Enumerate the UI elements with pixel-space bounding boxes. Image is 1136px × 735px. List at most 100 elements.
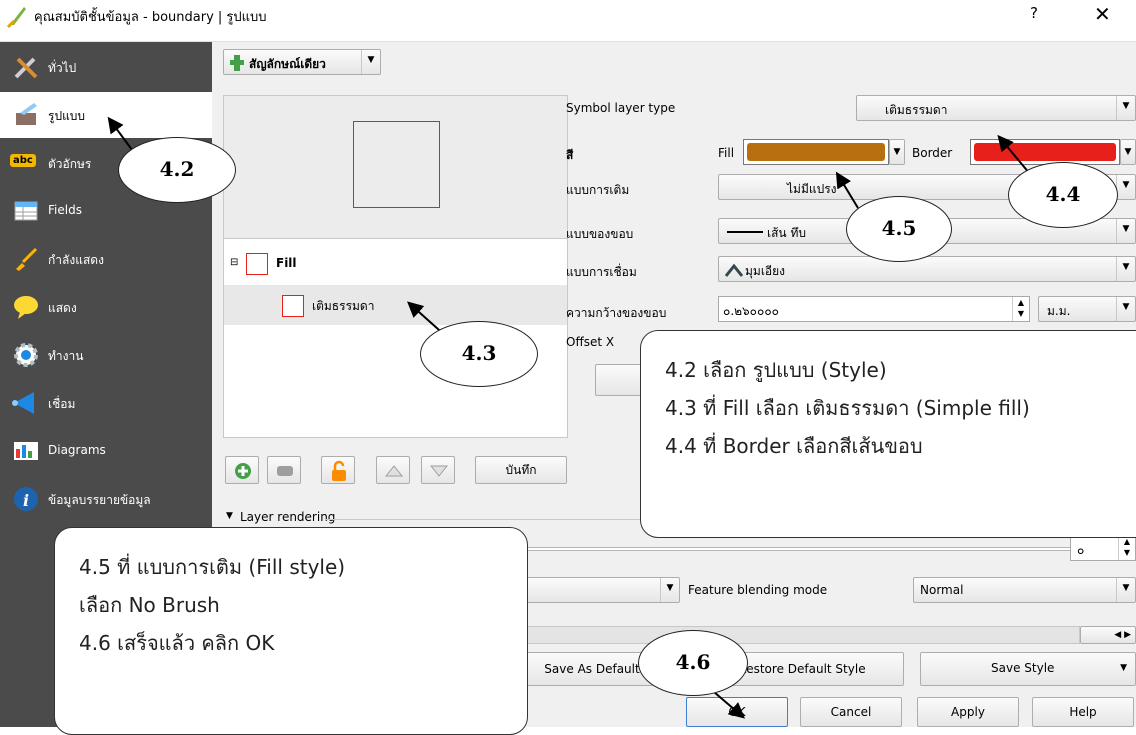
sidebar-item-diagrams[interactable]: Diagrams	[0, 428, 212, 474]
renderer-dropdown[interactable]: สัญลักษณ์เดียว	[223, 49, 381, 75]
sidebar-item-label: แสดง	[48, 301, 77, 315]
fill-swatch	[246, 253, 268, 275]
color-label: สี	[566, 148, 574, 162]
tools-icon	[14, 57, 38, 79]
tree-root-label[interactable]: Fill	[276, 256, 297, 270]
tree-collapse-icon[interactable]: ⊟	[230, 257, 238, 268]
border-style-label: แบบของขอบ	[566, 227, 634, 241]
collapse-arrow-icon[interactable]: ▼	[226, 511, 233, 521]
bevel-join-icon	[725, 263, 743, 277]
offset-label: Offset X	[566, 335, 615, 349]
help-button[interactable]: Help	[1032, 697, 1134, 727]
unit-dropdown[interactable]: ม.ม.	[1038, 296, 1136, 322]
chevron-down-icon	[1116, 578, 1135, 602]
qgis-app-icon	[6, 7, 26, 29]
sidebar-item-display[interactable]: แสดง	[0, 284, 212, 330]
remove-layer-button[interactable]	[267, 456, 301, 484]
step-bubble-45: 4.5	[846, 196, 952, 262]
symbol-layer-type-dropdown[interactable]: เติมธรรมดา	[856, 95, 1136, 121]
layer-blending-dropdown[interactable]	[502, 577, 680, 603]
tree-child-row[interactable]: เติมธรรมดา	[224, 285, 567, 325]
move-down-button[interactable]	[421, 456, 455, 484]
chevron-down-icon	[1116, 175, 1135, 199]
fill-color-label: Fill	[718, 146, 735, 160]
cancel-button[interactable]: Cancel	[800, 697, 902, 727]
unit-value: ม.ม.	[1047, 304, 1071, 318]
note-line: 4.3 ที่ Fill เลือก เติมธรรมดา (Simple fi…	[665, 396, 1030, 420]
note-line: 4.5 ที่ แบบการเติม (Fill style)	[79, 555, 346, 579]
add-layer-button[interactable]	[225, 456, 259, 484]
gear-icon	[14, 343, 38, 367]
sidebar-item-label: ข้อมูลบรรยายข้อมูล	[48, 493, 151, 507]
sidebar-item-label: ทั่วไป	[48, 61, 77, 75]
border-color-menu-button[interactable]: ▼	[1120, 139, 1136, 165]
save-style-button[interactable]: Save Style ▼	[920, 652, 1136, 686]
arrow-down-icon	[429, 465, 449, 477]
sidebar-item-rendering[interactable]: กำลังแสดง	[0, 236, 212, 282]
sidebar-item-metadata[interactable]: i ข้อมูลบรรยายข้อมูล	[0, 476, 212, 522]
step-bubble-43: 4.3	[420, 321, 538, 387]
instruction-note-2: 4.5 ที่ แบบการเติม (Fill style) เลือก No…	[54, 527, 528, 735]
chevron-down-icon	[1116, 219, 1135, 243]
join-style-value: มุมเอียง	[745, 264, 786, 278]
step-bubble-46: 4.6	[638, 630, 748, 696]
feature-blending-label: Feature blending mode	[688, 583, 828, 597]
border-color-button[interactable]	[970, 139, 1120, 165]
lock-layer-button[interactable]	[321, 456, 355, 484]
border-width-input[interactable]: ๐.๒๖๐๐๐๐ ▲ ▼	[718, 296, 1030, 322]
renderer-label: สัญลักษณ์เดียว	[249, 57, 326, 71]
sidebar-item-label: ตัวอักษร	[48, 157, 92, 171]
table-icon	[14, 201, 38, 221]
chart-icon	[14, 442, 38, 460]
chevron-down-icon	[1116, 257, 1135, 281]
feature-blending-value: Normal	[920, 583, 964, 597]
sidebar-item-style[interactable]: รูปแบบ	[0, 92, 212, 138]
step-bubble-44: 4.4	[1008, 162, 1118, 228]
abc-label-icon: abc	[10, 154, 36, 167]
chevron-down-icon	[361, 50, 380, 74]
move-up-button[interactable]	[376, 456, 410, 484]
spin-buttons[interactable]: ▲ ▼	[1012, 297, 1029, 321]
opacity-value: ๐	[1077, 543, 1085, 557]
save-style-label: Save Style	[991, 661, 1055, 675]
title-bar: คุณสมบัติชั้นข้อมูล - boundary | รูปแบบ …	[0, 0, 1136, 42]
fill-color-button[interactable]	[743, 139, 889, 165]
preview-square	[353, 121, 440, 208]
sidebar-item-general[interactable]: ทั่วไป	[0, 44, 212, 90]
chevron-down-icon: ▼	[1120, 663, 1127, 673]
lock-icon	[332, 460, 346, 481]
close-window-button[interactable]: ✕	[1094, 2, 1111, 26]
save-symbol-button[interactable]: บันทึก	[475, 456, 567, 484]
border-color-swatch	[974, 143, 1116, 161]
note-line: 4.2 เลือก รูปแบบ (Style)	[665, 358, 887, 382]
help-title-button[interactable]: ?	[1030, 4, 1038, 22]
solid-line-icon	[727, 231, 763, 233]
paintbrush-icon	[16, 103, 37, 125]
join-style-dropdown[interactable]: มุมเอียง	[718, 256, 1136, 282]
fill-color-swatch	[747, 143, 885, 161]
scroll-arrows[interactable]: ◀ ▶	[1080, 626, 1136, 644]
sidebar-item-label: ทำงาน	[48, 349, 84, 363]
scrollbar-track[interactable]	[502, 626, 1080, 644]
spin-buttons[interactable]: ▲ ▼	[1118, 536, 1135, 560]
note-line: เลือก No Brush	[79, 593, 220, 617]
feature-blending-dropdown[interactable]: Normal	[913, 577, 1136, 603]
chevron-down-icon	[1116, 297, 1135, 321]
fill-color-menu-button[interactable]: ▼	[889, 139, 905, 165]
arrow-up-icon	[384, 465, 404, 477]
ok-button[interactable]: OK	[686, 697, 788, 727]
single-symbol-icon	[230, 55, 244, 71]
sidebar-item-actions[interactable]: ทำงาน	[0, 332, 212, 378]
sidebar-item-joins[interactable]: เชื่อม	[0, 380, 212, 426]
fill-style-label: แบบการเติม	[566, 183, 630, 197]
apply-button[interactable]: Apply	[917, 697, 1019, 727]
opacity-slider[interactable]	[502, 547, 1072, 551]
fill-style-value: ไม่มีแปรง	[787, 182, 837, 196]
border-width-value: ๐.๒๖๐๐๐๐	[723, 304, 779, 318]
tree-child-label: เติมธรรมดา	[312, 299, 375, 313]
chevron-down-icon	[660, 578, 679, 602]
symbol-layer-type-label: Symbol layer type	[566, 101, 676, 115]
chevron-down-icon	[1116, 96, 1135, 120]
border-style-value: เส้น ทึบ	[767, 226, 806, 240]
opacity-input[interactable]: ๐ ▲ ▼	[1070, 535, 1136, 561]
